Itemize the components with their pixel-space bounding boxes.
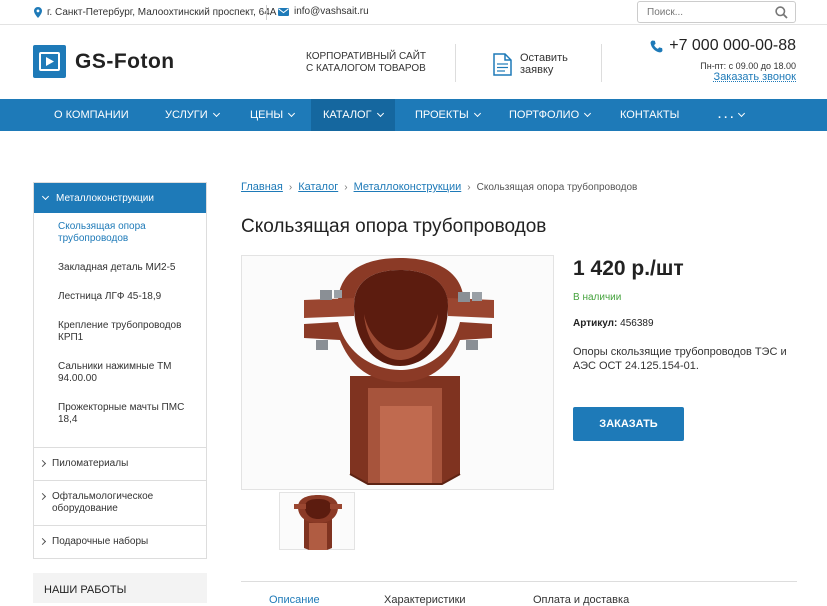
request-label: Оставить заявку [520, 52, 568, 76]
breadcrumb: Главная › Каталог › Металлоконструкции ›… [241, 181, 637, 193]
sidebar-subitem[interactable]: Прожекторные мачты ПМС 18,4 [58, 402, 206, 426]
sidebar-subitems: Скользящая опора трубопроводов Закладная… [34, 213, 206, 447]
divider [352, 582, 353, 584]
pipe-support-image [304, 258, 494, 485]
product-price: 1 420 р./шт [573, 257, 684, 280]
nav-item-projects[interactable]: Проекты [415, 99, 481, 131]
chevron-down-icon [473, 109, 481, 118]
request-button[interactable]: Оставить заявку [493, 52, 580, 76]
breadcrumb-separator: › [467, 181, 471, 193]
product-thumbnail[interactable] [279, 492, 355, 550]
breadcrumb-section[interactable]: Металлоконструкции [354, 181, 462, 193]
product-sku: Артикул: 456389 [573, 318, 654, 329]
site-tagline: Корпоративный сайт с каталогом товаров [306, 51, 426, 74]
logo-mark [33, 45, 66, 78]
nav-item-prices[interactable]: Цены [250, 99, 296, 131]
callback-link[interactable]: Заказать звонок [714, 71, 796, 83]
sidebar-category[interactable]: Подарочные наборы [34, 525, 206, 558]
catalog-sidebar: Металлоконструкции Скользящая опора труб… [33, 182, 207, 559]
sidebar-subitem[interactable]: Скользящая опора трубопроводов [58, 221, 206, 245]
nav-item-services[interactable]: Услуги [165, 99, 220, 131]
logo[interactable]: GS-Foton [33, 45, 175, 78]
sidebar-category-open[interactable]: Металлоконструкции [34, 183, 206, 213]
sidebar-subitem[interactable]: Крепление трубопроводов КРП1 [58, 320, 206, 344]
main-nav: О компании Услуги Цены Каталог Проекты П… [0, 99, 827, 131]
chevron-right-icon [38, 492, 47, 501]
sku-value: 456389 [620, 318, 654, 329]
breadcrumb-separator: › [344, 181, 348, 193]
sidebar-subitem[interactable]: Сальники нажимные ТМ 94.00.00 [58, 361, 206, 385]
envelope-icon [278, 7, 289, 16]
order-button[interactable]: Заказать [573, 407, 684, 441]
nav-item-catalog[interactable]: Каталог [311, 99, 395, 131]
address: г. Санкт-Петербург, Малоохтинский проспе… [34, 7, 276, 18]
phone-icon [650, 40, 663, 52]
sidebar-subitem[interactable]: Лестница ЛГФ 45-18,9 [58, 291, 206, 303]
breadcrumb-separator: › [288, 181, 293, 193]
top-bar: г. Санкт-Петербург, Малоохтинский проспе… [0, 0, 827, 25]
divider [499, 582, 500, 584]
product-tabs: Описание Характеристики Оплата и доставк… [241, 581, 797, 606]
chevron-right-icon [38, 459, 47, 468]
tab-payment-delivery[interactable]: Оплата и доставка [533, 594, 629, 606]
chevron-down-icon [376, 109, 384, 118]
document-icon [493, 52, 512, 76]
divider [266, 5, 267, 20]
chevron-down-icon [41, 192, 50, 201]
tab-description[interactable]: Описание [269, 594, 320, 606]
divider [601, 44, 602, 82]
sku-label: Артикул: [573, 318, 618, 329]
logo-text: GS-Foton [75, 49, 175, 73]
nav-item-portfolio[interactable]: Портфолио [509, 99, 592, 131]
page-title: Скользящая опора трубопроводов [241, 216, 547, 237]
email-text[interactable]: info@vashsait.ru [294, 6, 369, 17]
nav-item-contacts[interactable]: Контакты [620, 99, 679, 131]
chevron-down-icon [212, 109, 220, 118]
nav-item-more[interactable]: . . . [718, 99, 746, 131]
stock-status: В наличии [573, 292, 622, 303]
product-description: Опоры скользящие трубопроводов ТЭС и АЭС… [573, 346, 787, 372]
search-box[interactable] [637, 1, 796, 23]
search-input[interactable] [638, 2, 768, 23]
phone[interactable]: +7 000 000-00-88 [650, 37, 796, 55]
breadcrumb-current: Скользящая опора трубопроводов [476, 181, 638, 193]
nav-item-about[interactable]: О компании [54, 99, 129, 131]
chevron-down-icon [288, 109, 296, 118]
pipe-support-thumbnail [294, 495, 342, 550]
sidebar-subitem[interactable]: Закладная деталь МИ2-5 [58, 262, 206, 274]
chevron-down-icon [738, 109, 746, 118]
works-block-title: Наши работы [33, 573, 207, 603]
breadcrumb-catalog[interactable]: Каталог [298, 181, 338, 193]
breadcrumb-home[interactable]: Главная [241, 181, 283, 193]
address-text: г. Санкт-Петербург, Малоохтинский проспе… [47, 7, 277, 18]
search-icon[interactable] [775, 6, 788, 19]
working-hours: Пн-пт: с 09.00 до 18.00 [700, 61, 796, 71]
chevron-right-icon [38, 537, 47, 546]
email-link[interactable]: info@vashsait.ru [278, 6, 369, 17]
divider [455, 44, 456, 82]
sidebar-category[interactable]: Офтальмологическое оборудование [34, 480, 206, 525]
product-image[interactable] [241, 255, 554, 490]
sidebar-category[interactable]: Пиломатериалы [34, 447, 206, 480]
chevron-down-icon [584, 109, 592, 118]
location-pin-icon [34, 7, 42, 18]
tab-specifications[interactable]: Характеристики [384, 594, 466, 606]
phone-number[interactable]: +7 000 000-00-88 [669, 37, 796, 55]
